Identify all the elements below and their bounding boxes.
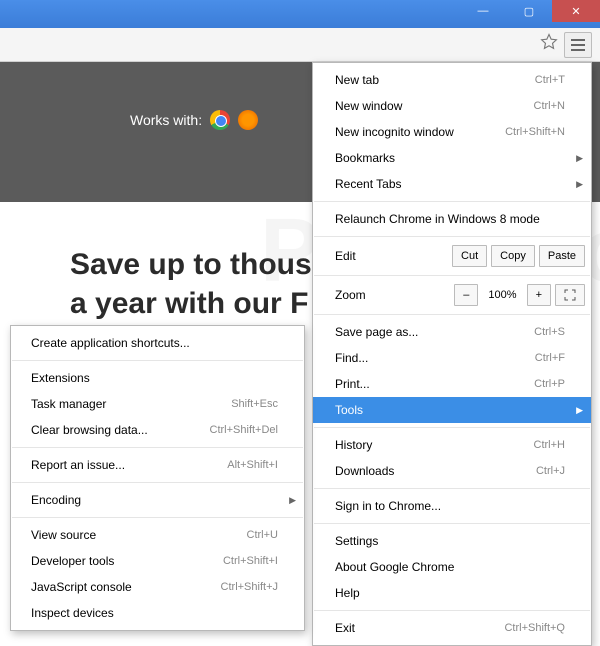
menu-relaunch-win8[interactable]: Relaunch Chrome in Windows 8 mode bbox=[313, 206, 591, 232]
chrome-menu-button[interactable] bbox=[564, 32, 592, 58]
menu-new-window[interactable]: New windowCtrl+N bbox=[313, 93, 591, 119]
menu-separator bbox=[314, 275, 590, 276]
headline-line2: a year with our F bbox=[70, 284, 312, 323]
menu-separator bbox=[314, 201, 590, 202]
menu-separator bbox=[314, 523, 590, 524]
submenu-js-console[interactable]: JavaScript consoleCtrl+Shift+J bbox=[11, 574, 304, 600]
menu-incognito[interactable]: New incognito windowCtrl+Shift+N bbox=[313, 119, 591, 145]
edit-label: Edit bbox=[335, 249, 448, 263]
menu-print[interactable]: Print...Ctrl+P bbox=[313, 371, 591, 397]
menu-recent-tabs[interactable]: Recent Tabs▶ bbox=[313, 171, 591, 197]
chrome-icon bbox=[210, 110, 230, 130]
menu-edit-row: Edit Cut Copy Paste bbox=[313, 241, 591, 271]
menu-sign-in[interactable]: Sign in to Chrome... bbox=[313, 493, 591, 519]
menu-save-page[interactable]: Save page as...Ctrl+S bbox=[313, 319, 591, 345]
chevron-right-icon: ▶ bbox=[576, 153, 583, 164]
works-with-row: Works with: bbox=[130, 110, 258, 130]
maximize-button[interactable]: ▢ bbox=[506, 0, 552, 22]
chrome-main-menu: New tabCtrl+T New windowCtrl+N New incog… bbox=[312, 62, 592, 646]
menu-tools[interactable]: Tools▶ bbox=[313, 397, 591, 423]
fullscreen-button[interactable] bbox=[555, 284, 585, 306]
menu-separator bbox=[12, 447, 303, 448]
menu-find[interactable]: Find...Ctrl+F bbox=[313, 345, 591, 371]
menu-separator bbox=[314, 236, 590, 237]
chevron-right-icon: ▶ bbox=[576, 179, 583, 190]
zoom-in-button[interactable]: + bbox=[527, 284, 551, 306]
cut-button[interactable]: Cut bbox=[452, 245, 487, 267]
menu-new-tab[interactable]: New tabCtrl+T bbox=[313, 67, 591, 93]
page-headline: Save up to thous a year with our F bbox=[70, 245, 312, 323]
menu-downloads[interactable]: DownloadsCtrl+J bbox=[313, 458, 591, 484]
window-titlebar: — ▢ ✕ bbox=[0, 0, 600, 28]
headline-line1: Save up to thous bbox=[70, 245, 312, 284]
menu-separator bbox=[314, 427, 590, 428]
firefox-icon bbox=[238, 110, 258, 130]
submenu-task-manager[interactable]: Task managerShift+Esc bbox=[11, 391, 304, 417]
works-with-label: Works with: bbox=[130, 112, 202, 128]
paste-button[interactable]: Paste bbox=[539, 245, 585, 267]
menu-separator bbox=[12, 482, 303, 483]
submenu-clear-data[interactable]: Clear browsing data...Ctrl+Shift+Del bbox=[11, 417, 304, 443]
submenu-inspect-devices[interactable]: Inspect devices bbox=[11, 600, 304, 626]
submenu-report-issue[interactable]: Report an issue...Alt+Shift+I bbox=[11, 452, 304, 478]
menu-zoom-row: Zoom – 100% + bbox=[313, 280, 591, 310]
menu-separator bbox=[12, 517, 303, 518]
menu-help[interactable]: Help bbox=[313, 580, 591, 606]
menu-separator bbox=[12, 360, 303, 361]
copy-button[interactable]: Copy bbox=[491, 245, 535, 267]
submenu-view-source[interactable]: View sourceCtrl+U bbox=[11, 522, 304, 548]
zoom-value: 100% bbox=[482, 289, 522, 301]
bookmark-star-icon[interactable] bbox=[540, 33, 558, 56]
menu-separator bbox=[314, 610, 590, 611]
menu-settings[interactable]: Settings bbox=[313, 528, 591, 554]
submenu-encoding[interactable]: Encoding▶ bbox=[11, 487, 304, 513]
menu-exit[interactable]: ExitCtrl+Shift+Q bbox=[313, 615, 591, 641]
menu-about[interactable]: About Google Chrome bbox=[313, 554, 591, 580]
tools-submenu: Create application shortcuts... Extensio… bbox=[10, 325, 305, 631]
submenu-developer-tools[interactable]: Developer toolsCtrl+Shift+I bbox=[11, 548, 304, 574]
zoom-label: Zoom bbox=[335, 288, 450, 302]
minimize-button[interactable]: — bbox=[460, 0, 506, 22]
menu-history[interactable]: HistoryCtrl+H bbox=[313, 432, 591, 458]
menu-bookmarks[interactable]: Bookmarks▶ bbox=[313, 145, 591, 171]
menu-separator bbox=[314, 314, 590, 315]
close-button[interactable]: ✕ bbox=[552, 0, 600, 22]
submenu-extensions[interactable]: Extensions bbox=[11, 365, 304, 391]
menu-separator bbox=[314, 488, 590, 489]
chevron-right-icon: ▶ bbox=[576, 405, 583, 416]
chevron-right-icon: ▶ bbox=[289, 495, 296, 506]
zoom-out-button[interactable]: – bbox=[454, 284, 478, 306]
browser-toolbar bbox=[0, 28, 600, 62]
submenu-create-shortcuts[interactable]: Create application shortcuts... bbox=[11, 330, 304, 356]
